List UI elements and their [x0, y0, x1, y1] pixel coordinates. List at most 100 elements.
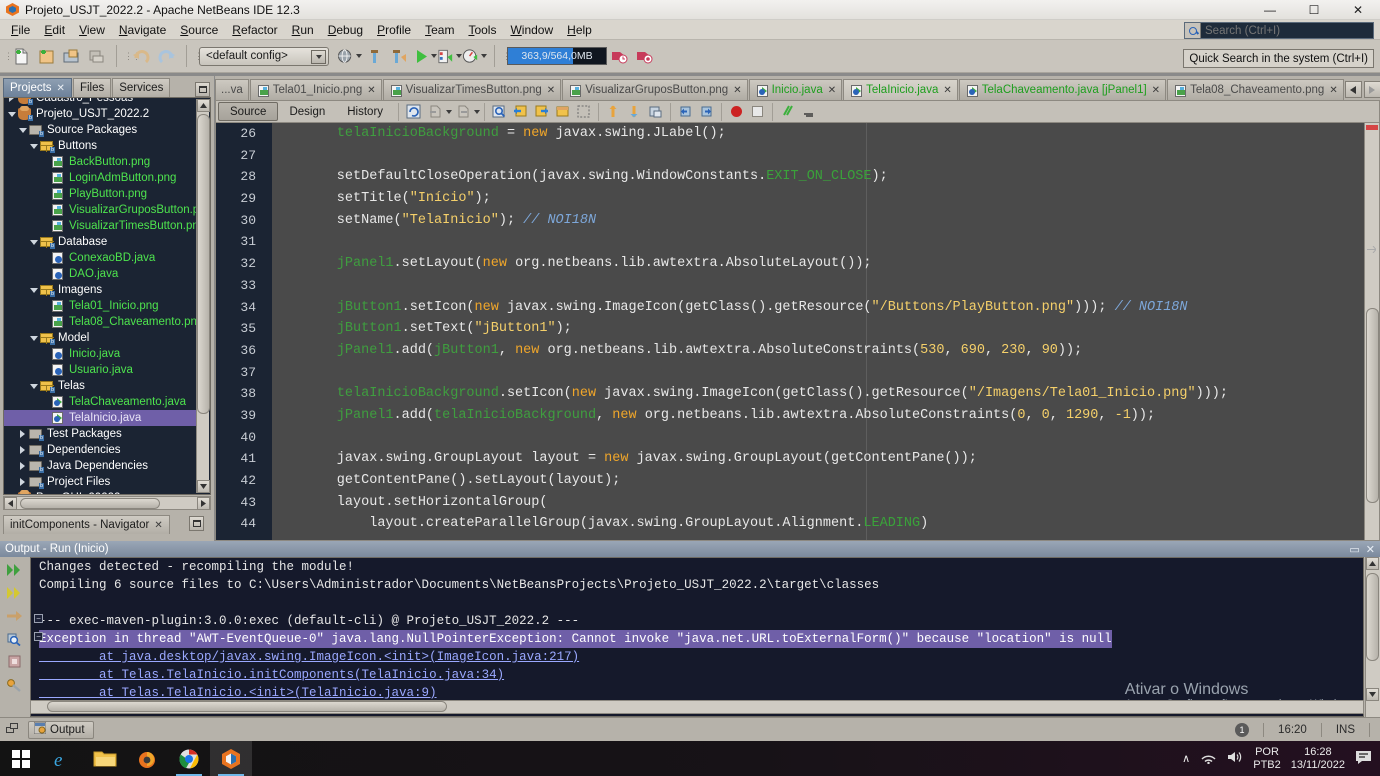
editor-tab[interactable]: VisualizarGruposButton.png✕ [562, 79, 747, 100]
code-line[interactable]: setName("TelaInicio"); // NOI18N [272, 210, 1363, 232]
float-window-icon[interactable] [6, 723, 20, 737]
close-icon[interactable]: ✕ [1366, 543, 1375, 556]
tree-node[interactable]: bImagens [4, 282, 200, 298]
code-line[interactable]: jButton1.setText("jButton1"); [272, 318, 1363, 340]
close-icon[interactable]: ✕ [828, 85, 836, 96]
rerun-icon[interactable] [4, 561, 26, 579]
run-project-button[interactable] [412, 44, 437, 69]
close-icon[interactable]: ✕ [1152, 85, 1160, 96]
find-selection-icon[interactable] [489, 101, 510, 122]
code-line[interactable]: layout.setHorizontalGroup( [272, 492, 1363, 514]
tree-node[interactable]: PlayButton.png [4, 186, 200, 202]
back-navigation-icon[interactable] [424, 101, 445, 122]
scroll-tabs-left-button[interactable] [1345, 81, 1362, 98]
toggle-breakpoint-icon[interactable] [726, 101, 747, 122]
scroll-right-arrow[interactable] [197, 497, 210, 510]
output-horizontal-scrollbar[interactable] [30, 700, 1364, 714]
clean-and-build-button[interactable] [387, 44, 412, 69]
output-taskbar-button[interactable]: Output [28, 721, 94, 739]
redo-button[interactable] [154, 44, 179, 69]
select-all-icon[interactable] [573, 101, 594, 122]
tree-node[interactable]: bJava Dependencies [4, 458, 200, 474]
toggle-highlight-icon[interactable] [777, 101, 798, 122]
code-line[interactable] [272, 145, 1363, 167]
stop-output-icon[interactable] [4, 653, 26, 671]
save-all-button[interactable] [84, 44, 109, 69]
tree-node[interactable]: bButtons [4, 138, 200, 154]
project-tree[interactable]: bCadastro_PessoasbProjeto_USJT_2022.2bSo… [3, 97, 211, 495]
profile-project-button[interactable] [462, 44, 487, 69]
debug-project-button[interactable] [437, 44, 462, 69]
new-file-button[interactable] [9, 44, 34, 69]
chevron-right-icon[interactable] [6, 97, 17, 106]
netbeans-icon[interactable] [210, 741, 252, 776]
scroll-down-arrow[interactable] [197, 480, 210, 493]
close-icon[interactable]: ✕ [1329, 85, 1337, 96]
close-icon[interactable]: ✕ [547, 85, 555, 96]
menu-tools[interactable]: Tools [461, 21, 503, 39]
build-project-button[interactable] [337, 44, 362, 69]
quick-search-box[interactable] [1184, 22, 1374, 39]
chevron-right-icon[interactable] [17, 442, 28, 458]
scroll-left-arrow[interactable] [4, 497, 17, 510]
tree-node[interactable]: Tela08_Chaveamento.pn [4, 314, 200, 330]
minimize-icon[interactable]: ▭ [1349, 543, 1359, 556]
next-output-icon[interactable] [4, 607, 26, 625]
code-line[interactable] [272, 362, 1363, 384]
tree-node[interactable]: bCadastro_Pessoas [4, 97, 200, 106]
comment-icon[interactable] [645, 101, 666, 122]
scroll-tabs-right-button[interactable] [1364, 81, 1380, 98]
fold-toggle-icon[interactable]: − [34, 632, 43, 641]
previous-bookmark-icon[interactable] [510, 101, 531, 122]
editor-tab[interactable]: TelaChaveamento.java [jPanel1]✕ [959, 79, 1166, 100]
scroll-thumb[interactable] [47, 701, 447, 712]
chevron-right-icon[interactable] [6, 490, 17, 495]
menu-window[interactable]: Window [503, 21, 560, 39]
refresh-icon[interactable] [403, 101, 424, 122]
editor-tab[interactable]: TelaInicio.java✕ [843, 79, 958, 100]
menu-profile[interactable]: Profile [370, 21, 418, 39]
scroll-thumb[interactable] [1366, 308, 1379, 503]
tree-vertical-scrollbar[interactable] [196, 99, 209, 493]
code-line[interactable]: jPanel1.add(telaInicioBackground, new or… [272, 405, 1363, 427]
minimize-button[interactable]: — [1248, 0, 1292, 20]
menu-help[interactable]: Help [560, 21, 599, 39]
chevron-right-icon[interactable] [17, 426, 28, 442]
tree-node[interactable]: bTelas [4, 378, 200, 394]
file-explorer-icon[interactable] [84, 741, 126, 776]
internet-explorer-icon[interactable]: e [42, 741, 84, 776]
find-in-output-icon[interactable] [4, 630, 26, 648]
tree-node[interactable]: Tela01_Inicio.png [4, 298, 200, 314]
chevron-down-icon[interactable] [28, 330, 39, 346]
wifi-icon[interactable] [1200, 750, 1217, 767]
code-editor[interactable]: 26272829303132333435363738394041424344 t… [215, 123, 1380, 541]
code-line[interactable] [272, 231, 1363, 253]
show-hidden-icons-icon[interactable]: ∧ [1182, 752, 1190, 765]
chrome-icon[interactable] [168, 741, 210, 776]
close-icon[interactable]: ✕ [57, 83, 65, 94]
code-line[interactable]: setDefaultCloseOperation(javax.swing.Win… [272, 166, 1363, 188]
scroll-up-arrow[interactable] [1366, 557, 1379, 570]
navigator-minimize-button[interactable] [189, 516, 204, 531]
tree-horizontal-scrollbar[interactable] [3, 496, 211, 510]
search-input[interactable] [1201, 24, 1373, 38]
menu-debug[interactable]: Debug [321, 21, 370, 39]
chevron-down-icon[interactable] [28, 234, 39, 250]
tree-node[interactable]: bProject Files [4, 474, 200, 490]
clock[interactable]: 16:28 13/11/2022 [1291, 746, 1345, 772]
fold-toggle-icon[interactable]: − [34, 614, 43, 623]
chevron-right-icon[interactable] [17, 458, 28, 474]
editor-tab[interactable]: ...va [215, 79, 249, 100]
stop-icon[interactable] [747, 101, 768, 122]
shift-left-icon[interactable] [603, 101, 624, 122]
tree-node[interactable]: TelaChaveamento.java [4, 394, 200, 410]
code-line[interactable]: jPanel1.setLayout(new org.netbeans.lib.a… [272, 253, 1363, 275]
menu-team[interactable]: Team [418, 21, 461, 39]
output-line[interactable]: at java.desktop/javax.swing.ImageIcon.<i… [31, 648, 1363, 666]
notification-badge[interactable]: 1 [1235, 723, 1249, 737]
tree-node[interactable]: bDatabase [4, 234, 200, 250]
scroll-thumb[interactable] [20, 498, 160, 509]
chevron-down-icon[interactable] [28, 282, 39, 298]
history-icon[interactable] [607, 44, 632, 69]
maximize-button[interactable]: ☐ [1292, 0, 1336, 20]
